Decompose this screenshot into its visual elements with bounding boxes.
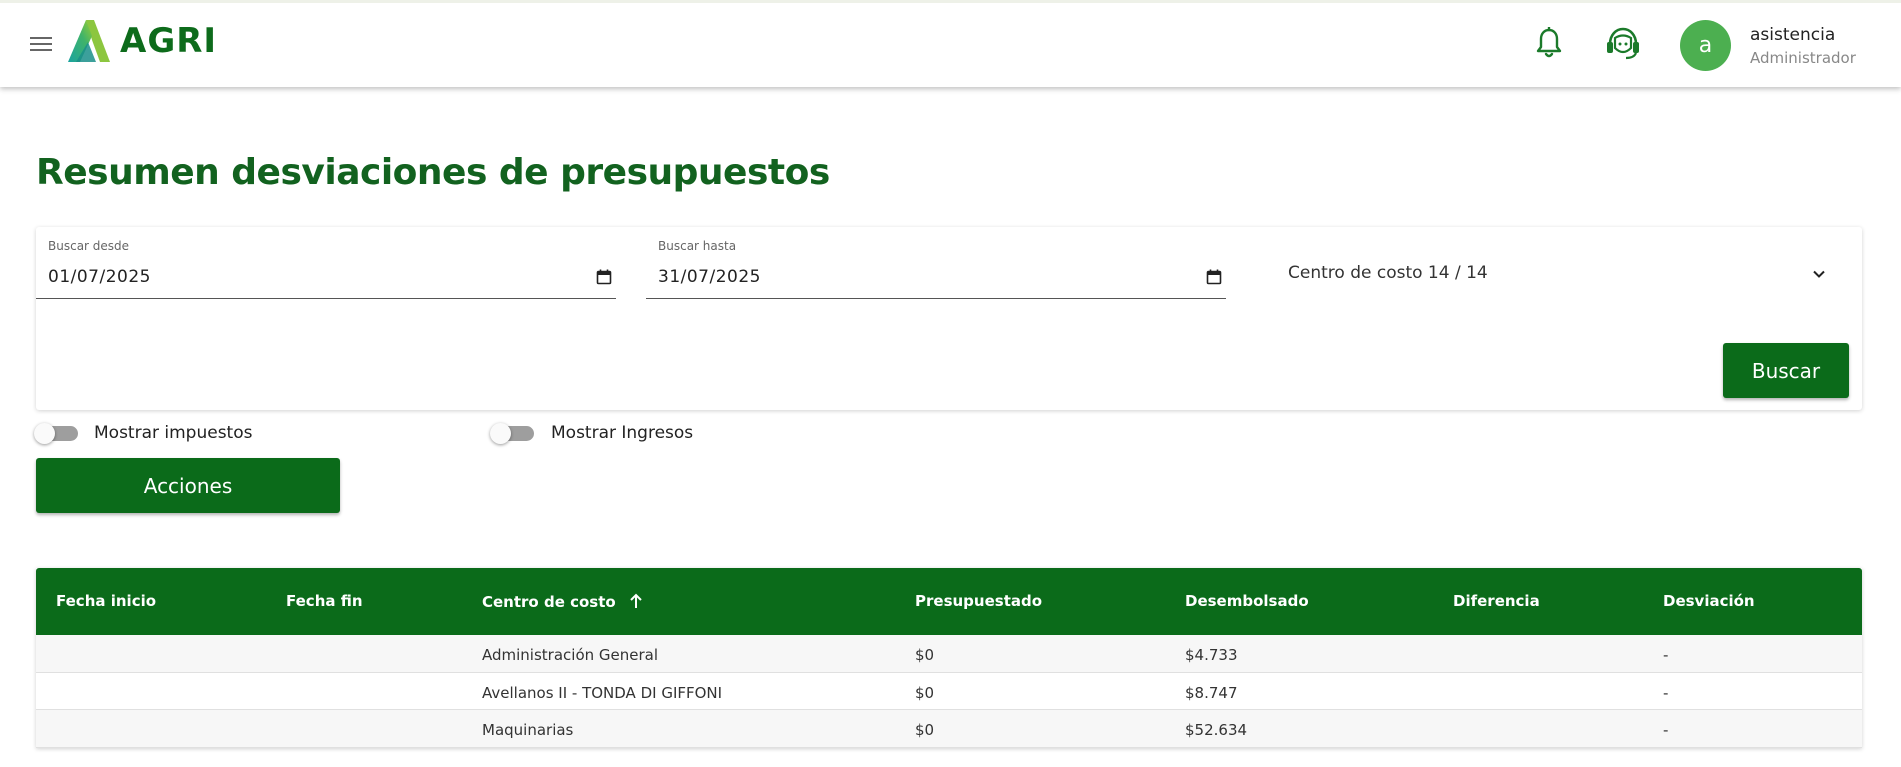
show-income-label: Mostrar Ingresos (551, 423, 694, 443)
cell-desviacion: - (1663, 646, 1669, 664)
top-app-bar: AGRI a asistencia Administrador (0, 0, 1901, 87)
col-presupuestado[interactable]: Presupuestado (915, 592, 1042, 610)
col-centro-costo-label: Centro de costo (482, 593, 616, 611)
sort-arrow-up-icon (630, 593, 642, 608)
table-header: Fecha inicio Fecha fin Centro de costo P… (36, 568, 1862, 635)
headset-icon (1607, 27, 1639, 60)
cell-presupuestado: $0 (915, 721, 935, 739)
budget-deviation-table: Fecha inicio Fecha fin Centro de costo P… (36, 568, 1862, 748)
brand-logo[interactable]: AGRI (66, 17, 217, 65)
agri-logo-mark-icon (68, 20, 110, 62)
show-taxes-label: Mostrar impuestos (94, 423, 253, 443)
search-to-value: 31/07/2025 (658, 267, 761, 287)
show-income-toggle[interactable] (490, 423, 536, 444)
bell-icon (1536, 27, 1562, 58)
cell-presupuestado: $0 (915, 683, 935, 702)
search-from-field[interactable]: Buscar desde 01/07/2025 (36, 239, 616, 299)
show-taxes-toggle[interactable] (34, 423, 80, 444)
search-from-label: Buscar desde (48, 239, 130, 253)
cell-desembolsado: $52.634 (1185, 721, 1248, 739)
user-name: asistencia (1750, 25, 1836, 45)
search-to-field[interactable]: Buscar hasta 31/07/2025 (646, 239, 1226, 299)
search-button[interactable]: Buscar (1723, 343, 1849, 398)
actions-button[interactable]: Acciones (36, 458, 340, 513)
table-row[interactable]: Avellanos II - TONDA DI GIFFONI $0 $8.74… (36, 672, 1862, 710)
cell-centro-costo: Administración General (482, 646, 659, 664)
cost-center-select[interactable]: Centro de costo 14 / 14 (1288, 257, 1828, 297)
user-role: Administrador (1750, 49, 1856, 67)
cell-desembolsado: $4.733 (1185, 646, 1238, 664)
support-button[interactable] (1603, 23, 1643, 63)
cell-desembolsado: $8.747 (1185, 683, 1238, 702)
search-to-label: Buscar hasta (658, 239, 737, 253)
cell-centro-costo: Maquinarias (482, 721, 574, 739)
cost-center-value: Centro de costo 14 / 14 (1288, 263, 1488, 283)
toggle-knob (34, 423, 55, 444)
calendar-icon[interactable] (596, 269, 612, 285)
toggle-knob (490, 423, 511, 444)
table-row[interactable]: Administración General $0 $4.733 - (36, 635, 1862, 673)
col-fecha-fin[interactable]: Fecha fin (286, 592, 363, 610)
calendar-icon[interactable] (1206, 269, 1222, 285)
chevron-down-icon (1813, 270, 1825, 278)
col-desembolsado[interactable]: Desembolsado (1185, 592, 1309, 610)
menu-icon[interactable] (30, 37, 52, 53)
table-row[interactable]: Maquinarias $0 $52.634 - (36, 710, 1862, 748)
col-fecha-inicio[interactable]: Fecha inicio (56, 592, 156, 610)
search-from-value: 01/07/2025 (48, 267, 151, 287)
col-desviacion[interactable]: Desviación (1663, 592, 1755, 610)
brand-name: AGRI (120, 21, 218, 61)
col-diferencia[interactable]: Diferencia (1453, 592, 1540, 610)
notifications-button[interactable] (1529, 23, 1569, 63)
filter-card: Buscar desde 01/07/2025 Buscar hasta 31/… (36, 227, 1862, 410)
cell-desviacion: - (1663, 721, 1669, 739)
cell-presupuestado: $0 (915, 646, 935, 664)
avatar[interactable]: a (1680, 20, 1731, 71)
page-title: Resumen desviaciones de presupuestos (36, 152, 830, 193)
cell-desviacion: - (1663, 683, 1669, 702)
col-centro-costo[interactable]: Centro de costo (482, 592, 643, 611)
cell-centro-costo: Avellanos II - TONDA DI GIFFONI (482, 683, 723, 702)
